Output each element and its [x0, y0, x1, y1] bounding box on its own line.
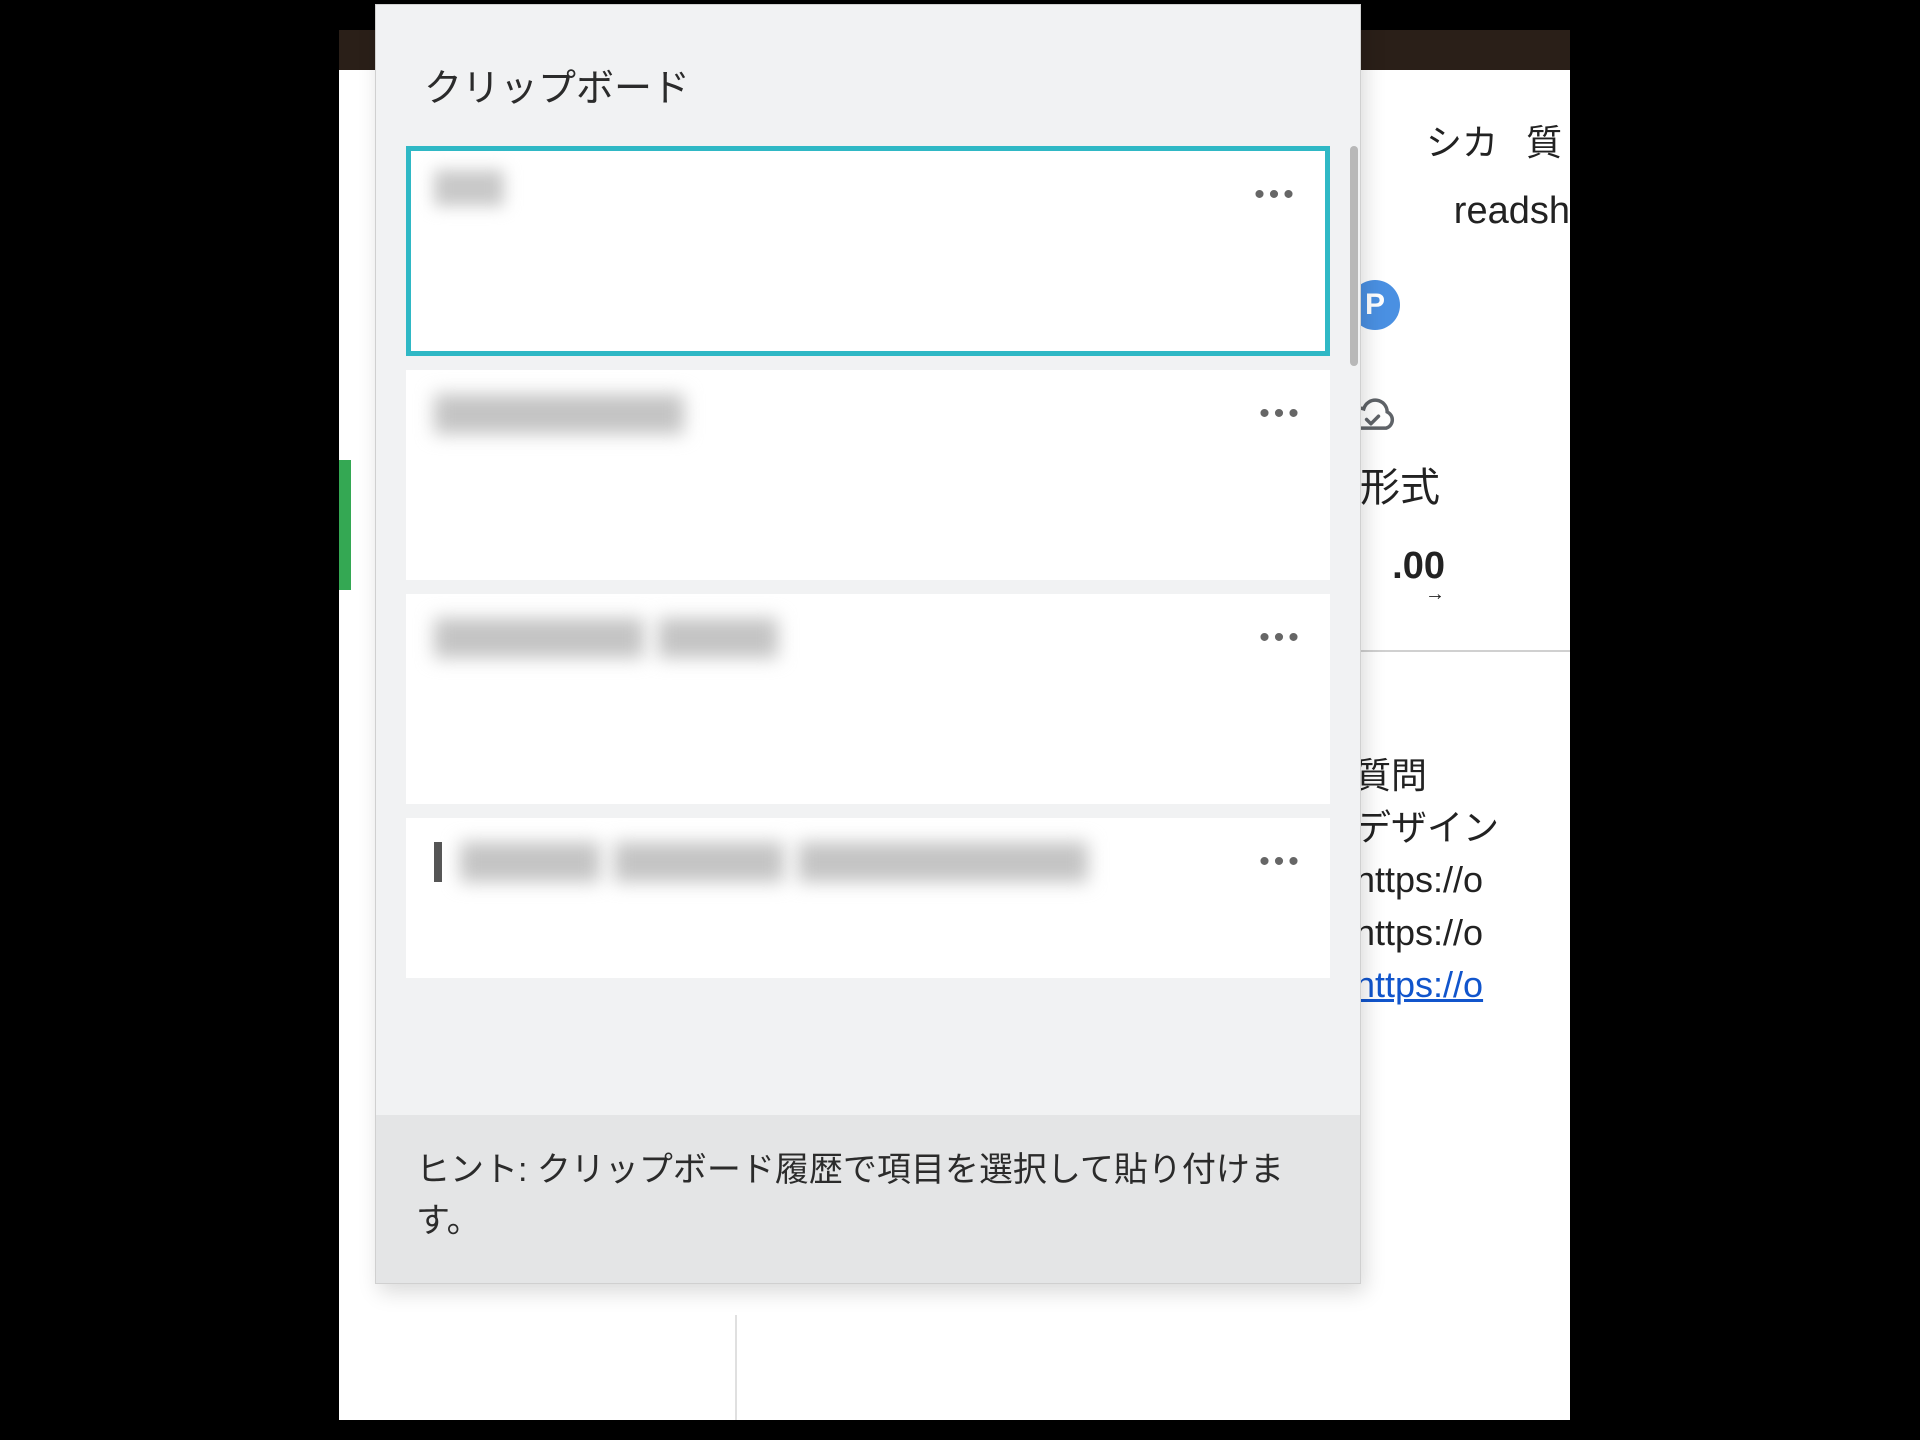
cell-text: https://o: [1355, 854, 1560, 906]
address-fragment: readsh: [1454, 190, 1570, 233]
background-menu: シカ 質: [1426, 110, 1570, 170]
clipboard-panel: クリップボード ••• ••• •••: [375, 4, 1361, 1284]
more-icon[interactable]: •••: [1251, 175, 1301, 215]
cell-text: デザイン: [1355, 802, 1560, 854]
more-icon[interactable]: •••: [1256, 618, 1306, 658]
green-accent: [339, 460, 351, 590]
cell-link[interactable]: https://o: [1355, 964, 1483, 1005]
clipboard-item[interactable]: •••: [406, 370, 1330, 580]
background-left-sliver: [339, 30, 369, 1420]
clipboard-items-list: ••• ••• ••• •••: [376, 146, 1360, 1115]
clipboard-item-preview: [434, 618, 1302, 658]
clipboard-hint: ヒント: クリップボード履歴で項目を選択して貼り付けます。: [376, 1115, 1360, 1283]
clipboard-item[interactable]: •••: [406, 818, 1330, 978]
more-icon[interactable]: •••: [1256, 842, 1306, 882]
format-menu-label[interactable]: 形式: [1360, 455, 1440, 513]
clipboard-title: クリップボード: [376, 5, 1360, 146]
cell-text: 質問: [1355, 750, 1560, 802]
clipboard-item-preview: [434, 394, 1302, 434]
clipboard-item[interactable]: •••: [406, 146, 1330, 356]
toolbar-separator: [1335, 650, 1570, 652]
clipboard-item-preview: [434, 842, 1302, 882]
scrollbar-thumb[interactable]: [1350, 146, 1358, 366]
menu-fragment: シカ: [1426, 114, 1498, 166]
clipboard-item-preview: [434, 170, 504, 206]
clipboard-item[interactable]: •••: [406, 594, 1330, 804]
background-cell-content: 質問 デザイン https://o https://o https://o: [1355, 750, 1560, 1011]
menu-fragment: 質: [1526, 114, 1562, 166]
cell-text: https://o: [1355, 907, 1560, 959]
decrease-decimal-button[interactable]: .00 →: [1392, 545, 1445, 600]
more-icon[interactable]: •••: [1256, 394, 1306, 434]
grid-line: [735, 1315, 737, 1420]
